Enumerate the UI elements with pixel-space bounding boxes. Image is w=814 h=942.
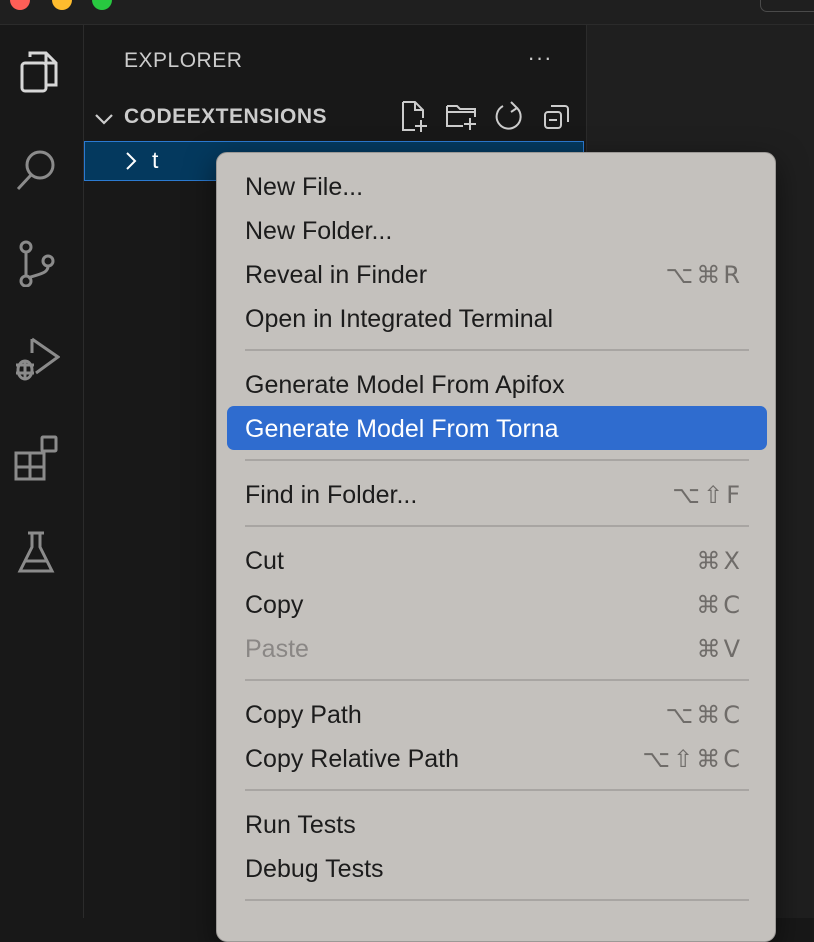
- menu-item-label: Cut: [245, 547, 284, 575]
- menu-item-run-tests[interactable]: Run Tests: [227, 802, 767, 846]
- testing-flask-icon: [12, 529, 60, 582]
- activity-extensions[interactable]: [0, 427, 72, 491]
- menu-item-copy-relative-path[interactable]: Copy Relative Path ⌥⇧⌘C: [227, 736, 767, 780]
- menu-separator: [245, 459, 749, 461]
- menu-item-label: New Folder...: [245, 217, 393, 245]
- search-icon: [12, 145, 60, 198]
- extensions-icon: [12, 433, 60, 486]
- activity-explorer[interactable]: [0, 41, 72, 105]
- menu-item-label: Find in Folder...: [245, 481, 418, 509]
- menu-item-label: Debug Tests: [245, 855, 384, 883]
- menu-item-shortcut: ⌥⇧⌘C: [642, 745, 743, 773]
- menu-item-copy-path[interactable]: Copy Path ⌥⌘C: [227, 692, 767, 736]
- activity-bar: [0, 25, 84, 918]
- menu-item-copy[interactable]: Copy ⌘C: [227, 582, 767, 626]
- more-actions-button[interactable]: ···: [522, 43, 558, 79]
- menu-item-cut[interactable]: Cut ⌘X: [227, 538, 767, 582]
- workspace-name: CODEEXTENSIONS: [124, 105, 328, 128]
- chevron-down-icon: [92, 107, 116, 131]
- menu-item-label: New File...: [245, 173, 364, 201]
- menu-item-shortcut: ⌥⌘C: [665, 701, 743, 729]
- menu-item-shortcut: ⌘V: [696, 635, 743, 663]
- source-control-icon: [12, 239, 60, 292]
- window-minimize-button[interactable]: [52, 0, 72, 10]
- menu-item-shortcut: ⌥⌘R: [665, 261, 743, 289]
- run-debug-icon: [12, 335, 61, 388]
- tree-item-label: t: [152, 147, 159, 173]
- menu-item-label: Copy: [245, 591, 304, 619]
- menu-item-label: Run Tests: [245, 811, 356, 839]
- menu-item-label: Generate Model From Torna: [245, 415, 559, 443]
- menu-item-label: Copy Path: [245, 701, 362, 729]
- menu-separator: [245, 899, 749, 901]
- new-file-icon: [397, 100, 429, 137]
- new-folder-icon: [445, 100, 477, 137]
- window-maximize-button[interactable]: [92, 0, 112, 10]
- activity-testing[interactable]: [0, 523, 72, 587]
- refresh-button[interactable]: [490, 99, 528, 137]
- menu-item-shortcut: ⌥⇧F: [672, 481, 743, 509]
- menu-item-label: Generate Model From Apifox: [245, 371, 565, 399]
- activity-search[interactable]: [0, 139, 72, 203]
- collapse-all-button[interactable]: [538, 99, 576, 137]
- menu-item-debug-tests[interactable]: Debug Tests: [227, 846, 767, 890]
- menu-separator: [245, 789, 749, 791]
- files-icon: [12, 47, 60, 100]
- activity-source-control[interactable]: [0, 233, 72, 297]
- new-folder-button[interactable]: [442, 99, 480, 137]
- window-close-button[interactable]: [10, 0, 30, 10]
- explorer-title: EXPLORER: [124, 49, 243, 72]
- menu-item-paste: Paste ⌘V: [227, 626, 767, 670]
- new-file-button[interactable]: [394, 99, 432, 137]
- activity-run-debug[interactable]: [0, 329, 72, 393]
- menu-item-new-folder[interactable]: New Folder...: [227, 208, 767, 252]
- workspace-header[interactable]: CODEEXTENSIONS: [84, 100, 586, 135]
- menu-item-shortcut: ⌘C: [696, 591, 743, 619]
- menu-item-label: Copy Relative Path: [245, 745, 460, 773]
- menu-separator: [245, 525, 749, 527]
- menu-item-label: Paste: [245, 635, 309, 663]
- menu-separator: [245, 349, 749, 351]
- menu-item-open-in-integrated-terminal[interactable]: Open in Integrated Terminal: [227, 296, 767, 340]
- menu-item-label: Open in Integrated Terminal: [245, 305, 554, 333]
- menu-item-find-in-folder[interactable]: Find in Folder... ⌥⇧F: [227, 472, 767, 516]
- menu-item-label: Reveal in Finder: [245, 261, 428, 289]
- menu-separator: [245, 679, 749, 681]
- title-bar-button[interactable]: [760, 0, 814, 12]
- menu-item-reveal-in-finder[interactable]: Reveal in Finder ⌥⌘R: [227, 252, 767, 296]
- menu-item-new-file[interactable]: New File...: [227, 164, 767, 208]
- refresh-icon: [493, 100, 525, 137]
- menu-item-generate-model-from-apifox[interactable]: Generate Model From Apifox: [227, 362, 767, 406]
- collapse-all-icon: [541, 100, 573, 137]
- context-menu: New File... New Folder... Reveal in Find…: [216, 152, 776, 942]
- chevron-right-icon: [121, 150, 141, 172]
- title-bar: [0, 0, 814, 25]
- menu-item-shortcut: ⌘X: [696, 547, 743, 575]
- menu-item-generate-model-from-torna[interactable]: Generate Model From Torna: [227, 406, 767, 450]
